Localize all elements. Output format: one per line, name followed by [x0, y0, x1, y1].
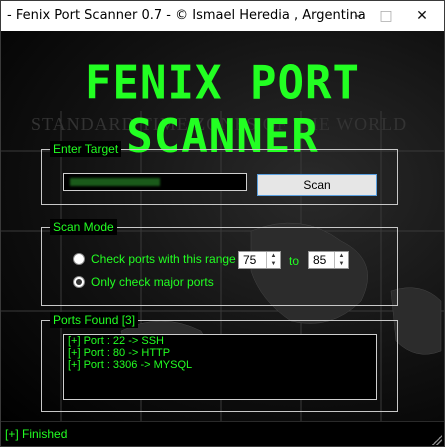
- status-bar: [+] Finished: [1, 421, 444, 446]
- target-input-value: [70, 178, 160, 186]
- scan-mode-legend: Scan Mode: [50, 219, 117, 235]
- range-to-value: 85: [313, 253, 327, 267]
- app-window: - Fenix Port Scanner 0.7 - © Ismael Here…: [0, 0, 445, 447]
- target-input[interactable]: [63, 173, 247, 191]
- window-title: - Fenix Port Scanner 0.7 - © Ismael Here…: [7, 8, 367, 23]
- chevron-down-icon[interactable]: ▼: [335, 260, 348, 268]
- range-radio-label[interactable]: Check ports with this range: [91, 252, 236, 266]
- range-from-arrows[interactable]: ▲ ▼: [266, 252, 280, 268]
- minimize-button[interactable]: –: [344, 1, 372, 30]
- range-to-label: to: [289, 254, 300, 268]
- chevron-down-icon[interactable]: ▼: [267, 260, 280, 268]
- range-to-stepper[interactable]: 85 ▲ ▼: [308, 251, 349, 269]
- range-from-stepper[interactable]: 75 ▲ ▼: [238, 251, 281, 269]
- maximize-button[interactable]: □: [372, 1, 400, 30]
- range-radio[interactable]: [73, 253, 85, 265]
- status-text: [+] Finished: [5, 427, 68, 441]
- resize-grip-icon[interactable]: [432, 435, 442, 445]
- window-controls: – □ ✕: [344, 1, 444, 30]
- list-item: [+] Port : 80 -> HTTP: [68, 347, 171, 359]
- enter-target-legend: Enter Target: [50, 141, 122, 157]
- range-to-arrows[interactable]: ▲ ▼: [334, 252, 348, 268]
- scan-button[interactable]: Scan: [257, 174, 377, 196]
- ports-found-legend: Ports Found [3]: [50, 312, 139, 328]
- ports-found-list[interactable]: [+] Port : 22 -> SSH [+] Port : 80 -> HT…: [63, 334, 377, 400]
- title-bar[interactable]: - Fenix Port Scanner 0.7 - © Ismael Here…: [1, 1, 444, 31]
- chevron-up-icon[interactable]: ▲: [267, 252, 280, 260]
- major-ports-radio-label[interactable]: Only check major ports: [91, 275, 214, 289]
- range-from-value: 75: [243, 253, 257, 267]
- list-item: [+] Port : 3306 -> MYSQL: [68, 359, 193, 371]
- major-ports-radio[interactable]: [73, 276, 85, 288]
- close-button[interactable]: ✕: [400, 1, 444, 30]
- list-item: [+] Port : 22 -> SSH: [68, 335, 164, 347]
- chevron-up-icon[interactable]: ▲: [335, 252, 348, 260]
